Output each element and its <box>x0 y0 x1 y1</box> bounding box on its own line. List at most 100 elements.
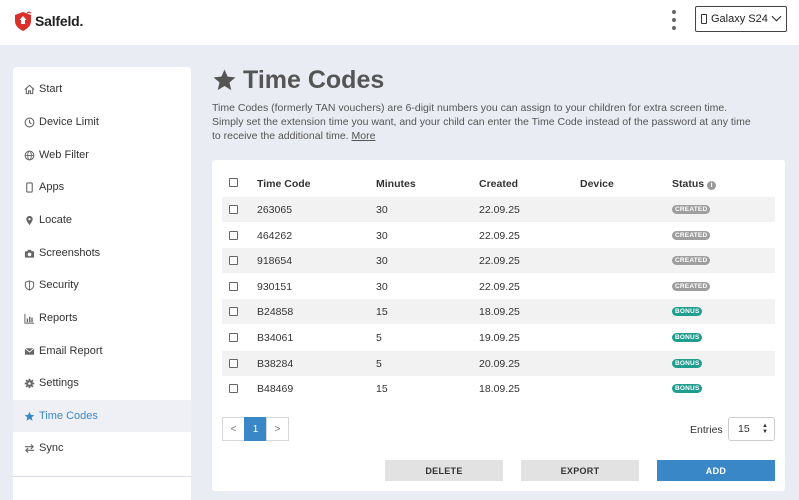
sidebar-item-start[interactable]: Start <box>13 73 191 105</box>
table-row[interactable]: 918654 30 22.09.25 CREATED <box>222 248 775 274</box>
row-checkbox[interactable] <box>229 205 238 214</box>
phone-icon <box>701 14 707 24</box>
table-row[interactable]: B24858 15 18.09.25 BONUS <box>222 299 775 325</box>
row-checkbox[interactable] <box>229 307 238 317</box>
add-button[interactable]: ADD <box>657 460 775 481</box>
sidebar-item-label: Screenshots <box>39 247 101 259</box>
sidebar-item-label: Email Report <box>39 345 103 357</box>
home-icon <box>24 84 35 95</box>
sidebar-item-label: Device Limit <box>39 116 99 128</box>
status-badge: CREATED <box>672 256 711 266</box>
sidebar-item-device-limit[interactable]: Device Limit <box>13 106 191 138</box>
time-code-cell: B34061 <box>257 332 294 344</box>
sidebar-item-label: Settings <box>39 377 79 389</box>
chart-icon <box>24 313 35 324</box>
column-header-device[interactable]: Device <box>580 178 614 190</box>
page-1-button[interactable]: 1 <box>244 417 267 441</box>
more-menu-icon[interactable] <box>668 10 680 30</box>
table-row[interactable]: 263065 30 22.09.25 CREATED <box>222 197 775 222</box>
time-code-cell: 464262 <box>257 229 293 242</box>
entries-label: Entries <box>690 424 723 436</box>
sidebar-item-web-filter[interactable]: Web Filter <box>13 139 191 171</box>
brand-name: Salfeld. <box>35 13 84 29</box>
status-badge: CREATED <box>672 281 711 291</box>
device-selector-label: Galaxy S24 <box>711 13 768 25</box>
shield-logo-icon <box>15 11 32 31</box>
sidebar-item-label: Web Filter <box>39 149 89 161</box>
time-codes-card: Time Code Minutes Created Device Status i… <box>212 160 785 491</box>
time-code-cell: 918654 <box>257 255 293 268</box>
shield-icon <box>24 279 35 291</box>
time-code-cell: B48469 <box>257 383 294 396</box>
created-cell: 22.09.25 <box>479 280 520 293</box>
sidebar-item-locate[interactable]: Locate <box>13 204 191 236</box>
clock-icon <box>24 117 35 128</box>
table-row[interactable]: B34061 5 19.09.25 BONUS <box>222 325 775 350</box>
select-all-checkbox[interactable] <box>229 178 238 187</box>
row-checkbox[interactable] <box>229 256 238 266</box>
gear-icon <box>24 378 35 389</box>
envelope-icon <box>24 346 35 357</box>
sidebar-item-email-report[interactable]: Email Report <box>13 335 191 367</box>
created-cell: 20.09.25 <box>479 357 520 370</box>
time-code-cell: B38284 <box>257 357 294 370</box>
brand-logo[interactable]: Salfeld. <box>12 10 83 32</box>
next-page-button[interactable]: > <box>266 417 289 441</box>
minutes-cell: 30 <box>376 204 388 216</box>
entries-value: 15 <box>738 423 750 435</box>
previous-page-button[interactable]: < <box>222 417 245 441</box>
intro-text: Time Codes (formerly TAN vouchers) are 6… <box>212 101 752 143</box>
sidebar-item-apps[interactable]: Apps <box>13 171 191 203</box>
intro-body: Time Codes (formerly TAN vouchers) are 6… <box>212 102 751 142</box>
export-button[interactable]: EXPORT <box>521 460 639 481</box>
created-cell: 18.09.25 <box>479 306 520 319</box>
created-cell: 22.09.25 <box>479 204 520 216</box>
column-header-minutes[interactable]: Minutes <box>376 178 416 190</box>
table-row[interactable]: 464262 30 22.09.25 CREATED <box>222 223 775 248</box>
info-icon[interactable]: i <box>707 181 717 190</box>
star-icon <box>24 411 35 422</box>
column-header-time-code[interactable]: Time Code <box>257 178 310 190</box>
created-cell: 22.09.25 <box>479 229 520 242</box>
sidebar-item-settings[interactable]: Settings <box>13 367 191 399</box>
table-row[interactable]: B48469 15 18.09.25 BONUS <box>222 376 775 401</box>
sidebar-item-sync[interactable]: Sync <box>13 432 191 464</box>
sync-icon <box>24 443 35 454</box>
row-checkbox[interactable] <box>229 281 238 291</box>
time-code-cell: B24858 <box>257 306 294 319</box>
table-header: Time Code Minutes Created Device Status i <box>222 172 775 196</box>
sidebar-item-label: Security <box>39 279 79 291</box>
delete-button[interactable]: DELETE <box>385 460 503 481</box>
row-checkbox[interactable] <box>229 358 238 368</box>
sidebar-item-label: Start <box>39 83 63 95</box>
top-bar: Salfeld. Galaxy S24 <box>0 0 799 45</box>
row-checkbox[interactable] <box>229 230 238 240</box>
row-checkbox[interactable] <box>229 333 238 342</box>
sidebar-item-reports[interactable]: Reports <box>13 302 191 334</box>
column-header-status[interactable]: Status i <box>672 178 717 190</box>
table-row[interactable]: 930151 30 22.09.25 CREATED <box>222 274 775 299</box>
table-row[interactable]: B38284 5 20.09.25 BONUS <box>222 350 775 376</box>
sidebar-item-label: Reports <box>39 312 78 324</box>
page-title: Time Codes <box>243 66 385 94</box>
sidebar-divider <box>13 476 191 477</box>
row-checkbox[interactable] <box>229 384 238 394</box>
sidebar-item-security[interactable]: Security <box>13 269 191 301</box>
sidebar-item-screenshots[interactable]: Screenshots <box>13 237 191 269</box>
column-header-created[interactable]: Created <box>479 178 518 190</box>
chevron-down-icon <box>771 11 782 22</box>
page-header: Time Codes <box>212 66 384 95</box>
sidebar: Start Device Limit Web Filter Apps Locat… <box>13 67 191 500</box>
sidebar-item-time-codes[interactable]: Time Codes <box>13 400 191 432</box>
pagination: < 1 > <box>222 417 289 441</box>
sidebar-item-label: Apps <box>39 181 65 193</box>
mobile-icon <box>24 181 35 193</box>
more-link[interactable]: More <box>352 130 376 142</box>
status-badge: BONUS <box>672 307 703 317</box>
entries-select[interactable]: 15 ▲ ▼ <box>728 417 775 441</box>
minutes-cell: 5 <box>376 332 382 344</box>
created-cell: 18.09.25 <box>479 383 520 396</box>
device-selector[interactable]: Galaxy S24 <box>695 6 787 32</box>
time-code-cell: 930151 <box>257 280 293 293</box>
minutes-cell: 30 <box>376 255 388 268</box>
